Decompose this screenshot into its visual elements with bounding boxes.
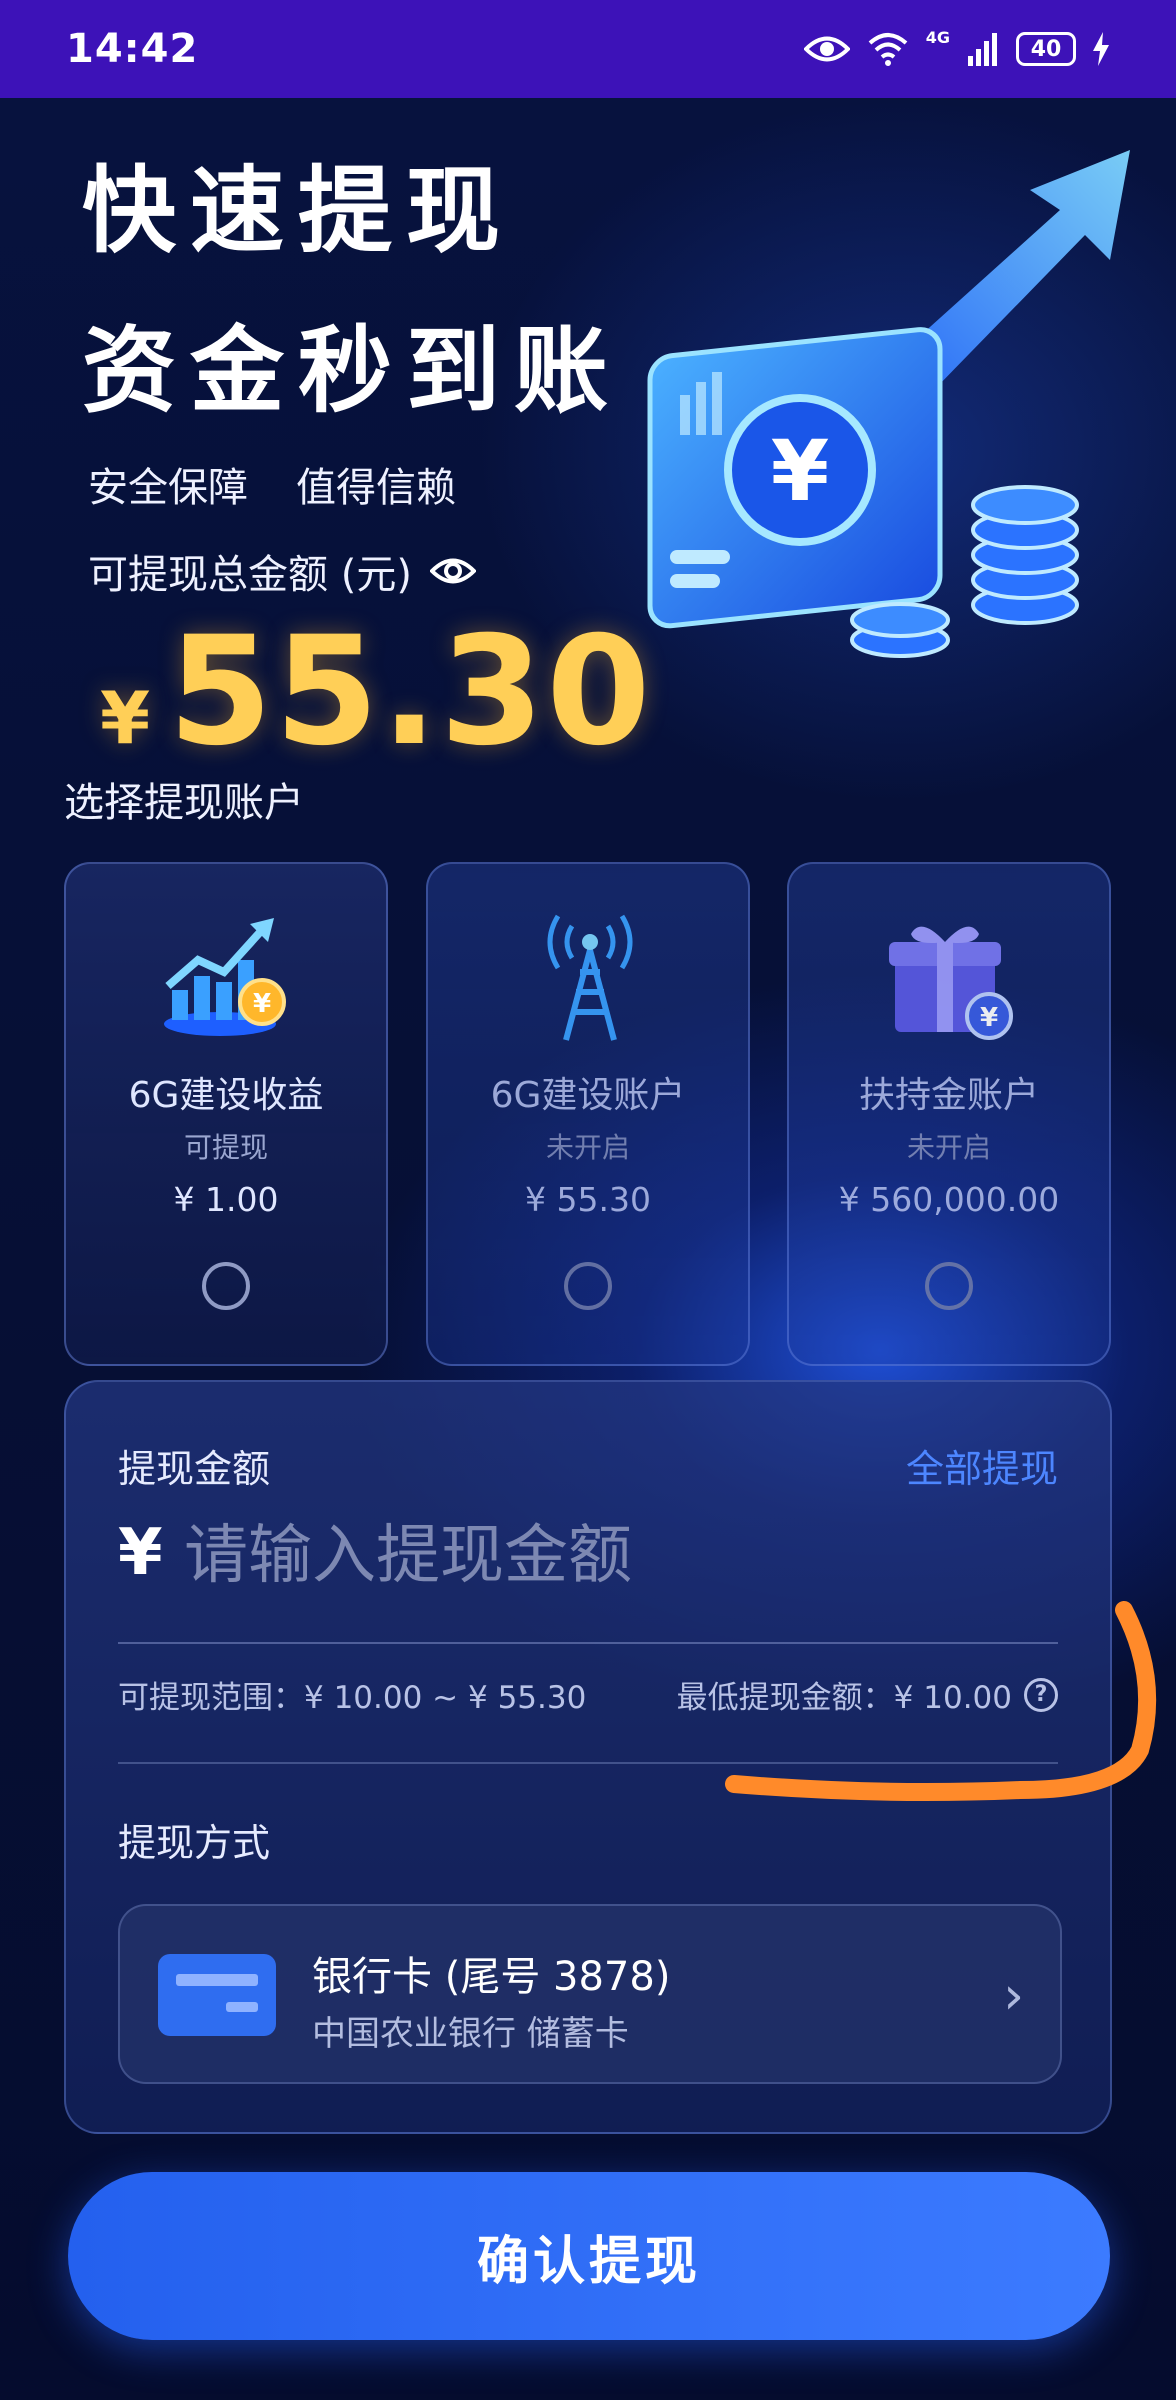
battery-level: 40 [1030,36,1062,62]
account-name: 6G建设收益 [128,1075,324,1116]
orange-annotation-scribble [725,1601,1157,1801]
account-status: 可提现 [183,1131,268,1164]
account-status: 未开启 [906,1131,991,1164]
charging-bolt-icon [1093,32,1109,66]
account-name: 6G建设账户 [490,1075,686,1116]
network-type: 4G [925,27,950,47]
svg-text:¥: ¥ [980,1003,998,1033]
status-icons: 4G 40 [803,27,1110,67]
growth-chart-coin-icon: ¥ [164,918,286,1036]
account-balance: ¥ 1.00 [173,1180,279,1219]
signal-tower-icon [547,914,633,1041]
chevron-right-icon: › [1003,1966,1024,2026]
signal-icon [968,33,997,66]
bank-card-selector[interactable]: 银行卡 (尾号 3878) 中国农业银行 储蓄卡 › [118,1904,1062,2084]
eye-icon [803,36,850,62]
account-card-6g-construction[interactable]: 6G建设账户 未开启 ¥ 55.30 [426,862,750,1366]
svg-text:¥: ¥ [253,989,271,1019]
account-card-support-fund[interactable]: ¥ 扶持金账户 未开启 ¥ 560,000.00 [787,862,1111,1366]
withdraw-method-label: 提现方式 [118,1821,271,1865]
gift-box-coin-icon: ¥ [889,926,1013,1040]
svg-text:¥: ¥ [771,422,829,520]
total-amount-label: 可提现总金额 (元) [88,542,476,600]
eye-toggle-icon[interactable] [429,554,476,588]
account-radio[interactable] [564,1262,612,1310]
account-balance: ¥ 55.30 [525,1180,651,1219]
confirm-withdraw-button[interactable]: 确认提现 [68,2172,1110,2340]
hero-title-line1: 快速提现 [82,157,515,266]
battery-icon: 40 [1016,32,1076,66]
yuan-card-arrow-illustration: ¥ [647,150,1130,658]
bank-card-subtitle: 中国农业银行 储蓄卡 [312,2014,629,2054]
hero-title-line2: 资金秒到账 [82,317,623,426]
total-amount-value: 55.30 [168,605,653,779]
hero-tags: 安全保障 值得信赖 [88,455,456,513]
total-amount: ¥ 55.30 [100,605,653,779]
status-time: 14:42 [66,26,199,72]
account-name: 扶持金账户 [858,1075,1039,1116]
wifi-icon [868,33,908,66]
amount-currency: ¥ [118,1516,163,1590]
total-currency: ¥ [100,676,151,760]
account-radio[interactable] [925,1262,973,1310]
tag-trust: 值得信赖 [296,465,456,511]
account-card-6g-earnings[interactable]: ¥ 6G建设收益 可提现 ¥ 1.00 [64,862,388,1366]
withdraw-amount-label: 提现金额 [118,1447,271,1491]
withdraw-range: 可提现范围：¥ 10.00 ~ ¥ 55.30 [118,1680,587,1716]
amount-input[interactable] [182,1510,1006,1602]
account-balance: ¥ 560,000.00 [838,1180,1060,1219]
account-status: 未开启 [545,1131,630,1164]
bank-card-icon [158,1954,276,2036]
bank-card-title: 银行卡 (尾号 3878) [312,1954,671,2000]
choose-account-title: 选择提现账户 [64,780,304,826]
total-label-text: 可提现总金额 (元) [88,552,412,598]
withdraw-all-button[interactable]: 全部提现 [906,1438,1058,1493]
tag-security: 安全保障 [88,465,248,511]
account-radio[interactable] [202,1262,250,1310]
status-bar: 14:42 4G 40 [0,0,1176,98]
